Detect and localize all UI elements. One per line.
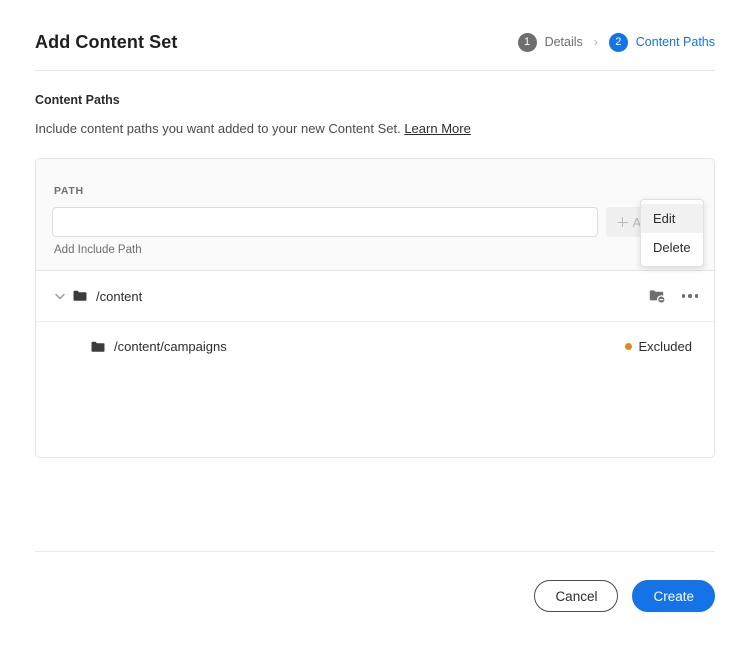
footer-actions: Cancel Create bbox=[35, 580, 715, 612]
wizard-stepper: 1 Details › 2 Content Paths bbox=[517, 32, 715, 52]
plus-icon bbox=[617, 217, 628, 227]
learn-more-link[interactable]: Learn More bbox=[404, 121, 470, 136]
content-path-tree: /content /content/campaigns Excluded bbox=[36, 271, 714, 457]
page-header: Add Content Set 1 Details › 2 Content Pa… bbox=[35, 0, 715, 60]
folder-icon bbox=[91, 341, 105, 353]
content-paths-card: PATH Add Path Add Include Path bbox=[35, 158, 715, 458]
more-options-icon[interactable] bbox=[681, 294, 698, 298]
cancel-button[interactable]: Cancel bbox=[534, 580, 619, 612]
step-label-content-paths: Content Paths bbox=[635, 35, 715, 49]
folder-remove-icon[interactable] bbox=[649, 289, 666, 304]
path-input[interactable] bbox=[52, 207, 598, 237]
card-empty-space bbox=[36, 371, 714, 457]
tree-row-label: /content bbox=[96, 288, 143, 304]
section-title: Content Paths bbox=[35, 93, 120, 107]
menu-item-delete[interactable]: Delete bbox=[641, 233, 703, 262]
section-description-text: Include content paths you want added to … bbox=[35, 121, 401, 136]
page-title: Add Content Set bbox=[35, 31, 178, 52]
step-number-badge-2: 2 bbox=[608, 32, 628, 52]
table-row[interactable]: /content/campaigns Excluded bbox=[36, 321, 714, 371]
more-options-dots bbox=[681, 294, 698, 298]
footer-divider bbox=[35, 551, 715, 552]
path-helper-text: Add Include Path bbox=[54, 244, 142, 256]
path-input-row: Add Path bbox=[52, 207, 698, 237]
step-label-details: Details bbox=[544, 35, 583, 49]
stepper-step-details[interactable]: 1 Details bbox=[517, 32, 583, 52]
add-content-set-page: Add Content Set 1 Details › 2 Content Pa… bbox=[0, 0, 750, 648]
status-badge-label: Excluded bbox=[638, 339, 692, 354]
tree-row-label: /content/campaigns bbox=[114, 339, 227, 354]
chevron-right-icon: › bbox=[593, 35, 598, 49]
step-number-badge-1: 1 bbox=[517, 32, 537, 52]
stepper-step-content-paths[interactable]: 2 Content Paths bbox=[608, 32, 715, 52]
chevron-down-icon[interactable] bbox=[52, 293, 68, 300]
menu-item-edit[interactable]: Edit bbox=[641, 204, 703, 233]
path-field-label: PATH bbox=[54, 185, 84, 197]
status-dot-icon bbox=[624, 343, 632, 350]
status-badge: Excluded bbox=[624, 339, 692, 354]
section-description: Include content paths you want added to … bbox=[35, 121, 715, 136]
folder-icon bbox=[73, 290, 87, 302]
row-context-menu: Edit Delete bbox=[640, 199, 704, 267]
row-actions bbox=[649, 289, 698, 304]
path-input-panel: PATH Add Path Add Include Path bbox=[36, 159, 714, 271]
create-button[interactable]: Create bbox=[632, 580, 715, 612]
header-divider bbox=[35, 70, 715, 71]
table-row[interactable]: /content bbox=[36, 271, 714, 321]
